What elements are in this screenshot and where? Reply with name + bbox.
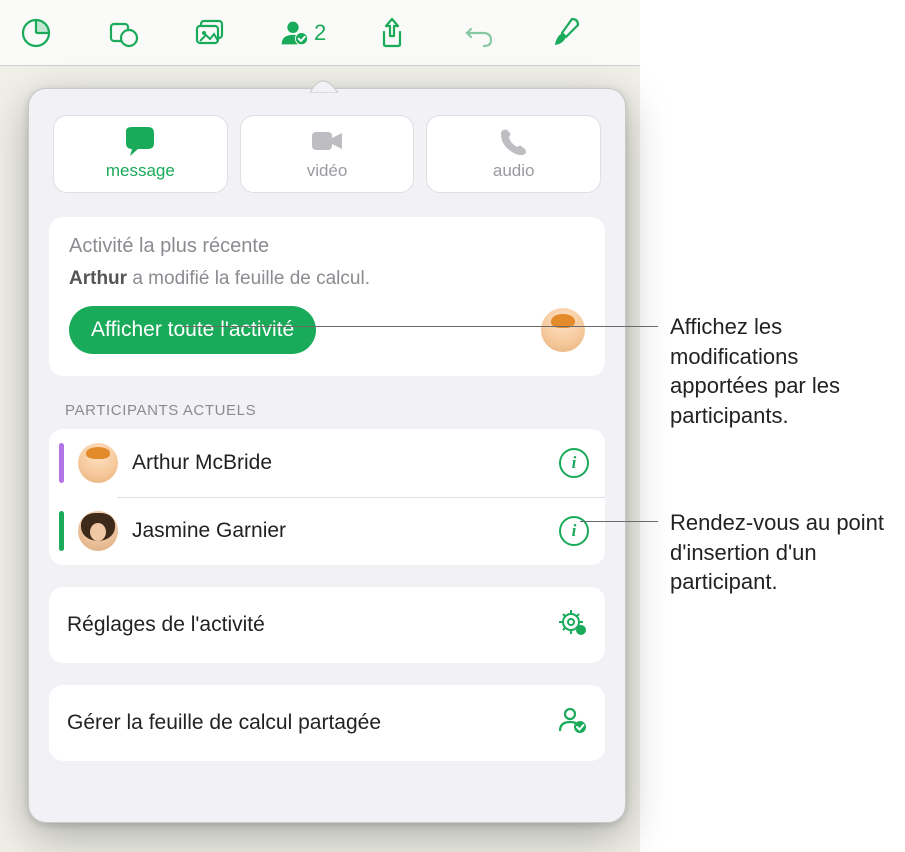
message-button[interactable]: message xyxy=(53,115,228,193)
activity-settings-row[interactable]: Réglages de l'activité xyxy=(49,587,605,663)
activity-actor: Arthur xyxy=(69,268,127,289)
presence-indicator xyxy=(59,443,64,483)
participant-avatar xyxy=(78,511,118,551)
popover-arrow xyxy=(310,79,338,93)
audio-button[interactable]: audio xyxy=(426,115,601,193)
collaborator-count: 2 xyxy=(314,20,326,46)
share-icon xyxy=(374,15,410,51)
undo-icon xyxy=(461,15,497,51)
callout-leader-line xyxy=(182,326,658,327)
phone-icon xyxy=(496,127,532,157)
gear-icon xyxy=(557,607,587,643)
participant-name: Arthur McBride xyxy=(132,451,545,475)
shape-button[interactable] xyxy=(102,12,144,54)
toolbar-items: 2 xyxy=(0,12,587,54)
show-all-activity-button[interactable]: Afficher toute l'activité xyxy=(69,306,316,354)
video-camera-icon xyxy=(309,127,345,157)
video-button[interactable]: vidéo xyxy=(240,115,415,193)
recent-activity-card: Activité la plus récente Arthur a modifi… xyxy=(49,217,605,376)
message-label: message xyxy=(106,161,175,181)
video-label: vidéo xyxy=(307,161,348,181)
media-button[interactable] xyxy=(189,12,231,54)
participant-row[interactable]: Jasmine Garnier i xyxy=(49,497,605,565)
presence-indicator xyxy=(59,511,64,551)
message-bubble-icon xyxy=(122,127,158,157)
activity-text: a modifié la feuille de calcul. xyxy=(127,268,370,289)
manage-shared-row[interactable]: Gérer la feuille de calcul partagée xyxy=(49,685,605,761)
share-button[interactable] xyxy=(371,12,413,54)
callout-text: Rendez-vous au point d'insertion d'un pa… xyxy=(670,508,895,597)
participant-avatar xyxy=(78,443,118,483)
shape-icon xyxy=(105,15,141,51)
undo-button[interactable] xyxy=(458,12,500,54)
callout-leader-line xyxy=(580,521,658,522)
chart-button[interactable] xyxy=(15,12,57,54)
participant-info-button[interactable]: i xyxy=(559,448,589,478)
activity-avatar xyxy=(541,308,585,352)
format-button[interactable] xyxy=(545,12,587,54)
app-toolbar: 2 xyxy=(0,0,640,66)
participants-section-label: PARTICIPANTS ACTUELS xyxy=(65,402,601,419)
manage-shared-label: Gérer la feuille de calcul partagée xyxy=(67,711,381,735)
communication-row: message vidéo audio xyxy=(49,109,605,207)
participants-card: Arthur McBride i Jasmine Garnier i xyxy=(49,429,605,565)
collaborate-button[interactable]: 2 xyxy=(276,16,326,50)
activity-description: Arthur a modifié la feuille de calcul. xyxy=(69,268,585,290)
audio-label: audio xyxy=(493,161,535,181)
person-check-icon xyxy=(276,16,310,50)
activity-settings-label: Réglages de l'activité xyxy=(67,613,265,637)
pie-chart-icon xyxy=(18,15,54,51)
person-check-icon xyxy=(557,705,587,741)
collaboration-popover: message vidéo audio Activité la plus réc… xyxy=(28,88,626,823)
participant-name: Jasmine Garnier xyxy=(132,519,545,543)
participant-row[interactable]: Arthur McBride i xyxy=(49,429,605,497)
callout-text: Affichez les modifications apportées par… xyxy=(670,312,895,431)
photos-icon xyxy=(192,15,228,51)
activity-title: Activité la plus récente xyxy=(69,235,585,258)
activity-row: Afficher toute l'activité xyxy=(69,306,585,354)
paintbrush-icon xyxy=(548,15,584,51)
